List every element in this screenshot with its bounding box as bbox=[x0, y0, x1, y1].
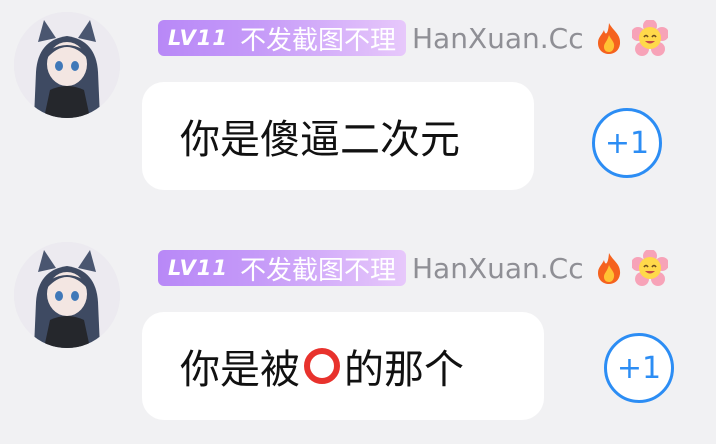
chat-message: LV11 不发截图不理 HanXuan.Cc 你是傻逼二次元 +1 bbox=[0, 0, 716, 214]
sender-meta: LV11 不发截图不理 HanXuan.Cc bbox=[158, 19, 669, 56]
message-text-before: 你是被 bbox=[180, 347, 300, 393]
avatar[interactable] bbox=[14, 12, 120, 118]
message-bubble[interactable]: 你是傻逼二次元 bbox=[142, 82, 534, 190]
level-badge[interactable]: LV11 不发截图不理 bbox=[158, 20, 406, 56]
message-bubble[interactable]: 你是被 的那个 bbox=[142, 312, 544, 420]
fire-icon bbox=[594, 251, 624, 285]
sender-meta: LV11 不发截图不理 HanXuan.Cc bbox=[158, 249, 669, 286]
username[interactable]: HanXuan.Cc bbox=[412, 252, 584, 285]
fire-icon bbox=[594, 21, 624, 55]
level-badge[interactable]: LV11 不发截图不理 bbox=[158, 250, 406, 286]
message-text: 你是傻逼二次元 bbox=[180, 117, 460, 163]
red-circle-icon bbox=[303, 347, 341, 385]
level-label: LV11 bbox=[168, 256, 228, 280]
username[interactable]: HanXuan.Cc bbox=[412, 22, 584, 55]
plus-one-button[interactable]: +1 bbox=[604, 333, 674, 403]
title-label: 不发截图不理 bbox=[239, 25, 396, 56]
plus-one-button[interactable]: +1 bbox=[592, 108, 662, 178]
level-label: LV11 bbox=[168, 26, 228, 50]
message-text-after: 的那个 bbox=[344, 347, 464, 393]
chat-message: LV11 不发截图不理 HanXuan.Cc 你是被 的那个 +1 bbox=[0, 230, 716, 444]
avatar[interactable] bbox=[14, 242, 120, 348]
flower-emoji-icon bbox=[630, 19, 669, 56]
title-label: 不发截图不理 bbox=[239, 255, 396, 286]
flower-emoji-icon bbox=[630, 249, 669, 286]
